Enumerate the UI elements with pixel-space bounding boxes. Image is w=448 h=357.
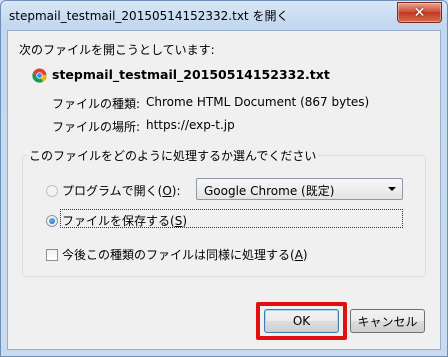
title-bar[interactable]: stepmail_testmail_20150514152332.txt を開く… [1,1,447,31]
choice-group-legend: このファイルをどのように処理するか選んでください [27,147,319,164]
program-select-value: Google Chrome (既定) [204,184,335,198]
open-with-radio[interactable] [46,185,58,197]
file-location-label: ファイルの場所: [52,120,141,134]
window-title: stepmail_testmail_20150514152332.txt を開く [9,9,289,23]
intro-text: 次のファイルを開こうとしています: [19,43,215,57]
remember-label[interactable]: 今後この種類のファイルは同様に処理する(A) [62,246,308,263]
save-file-focus-outline [60,209,403,228]
close-icon: ✕ [413,4,426,21]
chrome-icon [32,68,47,83]
chevron-down-icon [388,187,396,191]
program-select[interactable]: Google Chrome (既定) [196,178,403,200]
ok-button-highlight-annotation [256,302,347,340]
remember-checkbox[interactable] [46,249,58,261]
file-name: stepmail_testmail_20150514152332.txt [52,67,330,82]
file-type-value: Chrome HTML Document (867 bytes) [146,95,370,109]
cancel-button[interactable]: キャンセル [350,309,425,333]
open-with-label[interactable]: プログラムで開く(O): [62,182,181,199]
close-button[interactable]: ✕ [397,2,442,23]
file-location-value: https://exp-t.jp [146,118,235,132]
save-file-radio[interactable] [46,215,58,227]
file-type-label: ファイルの種類: [52,97,141,111]
